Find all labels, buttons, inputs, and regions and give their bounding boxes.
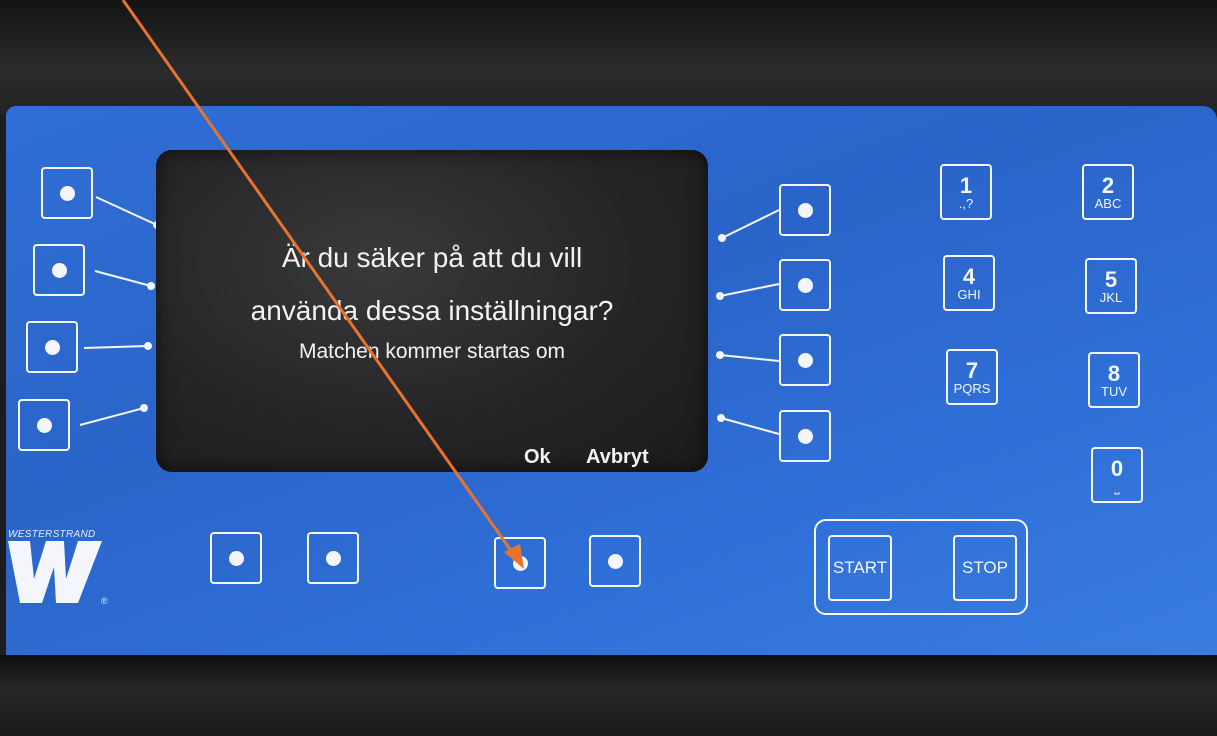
annotation-arrow-icon [121,0,524,569]
